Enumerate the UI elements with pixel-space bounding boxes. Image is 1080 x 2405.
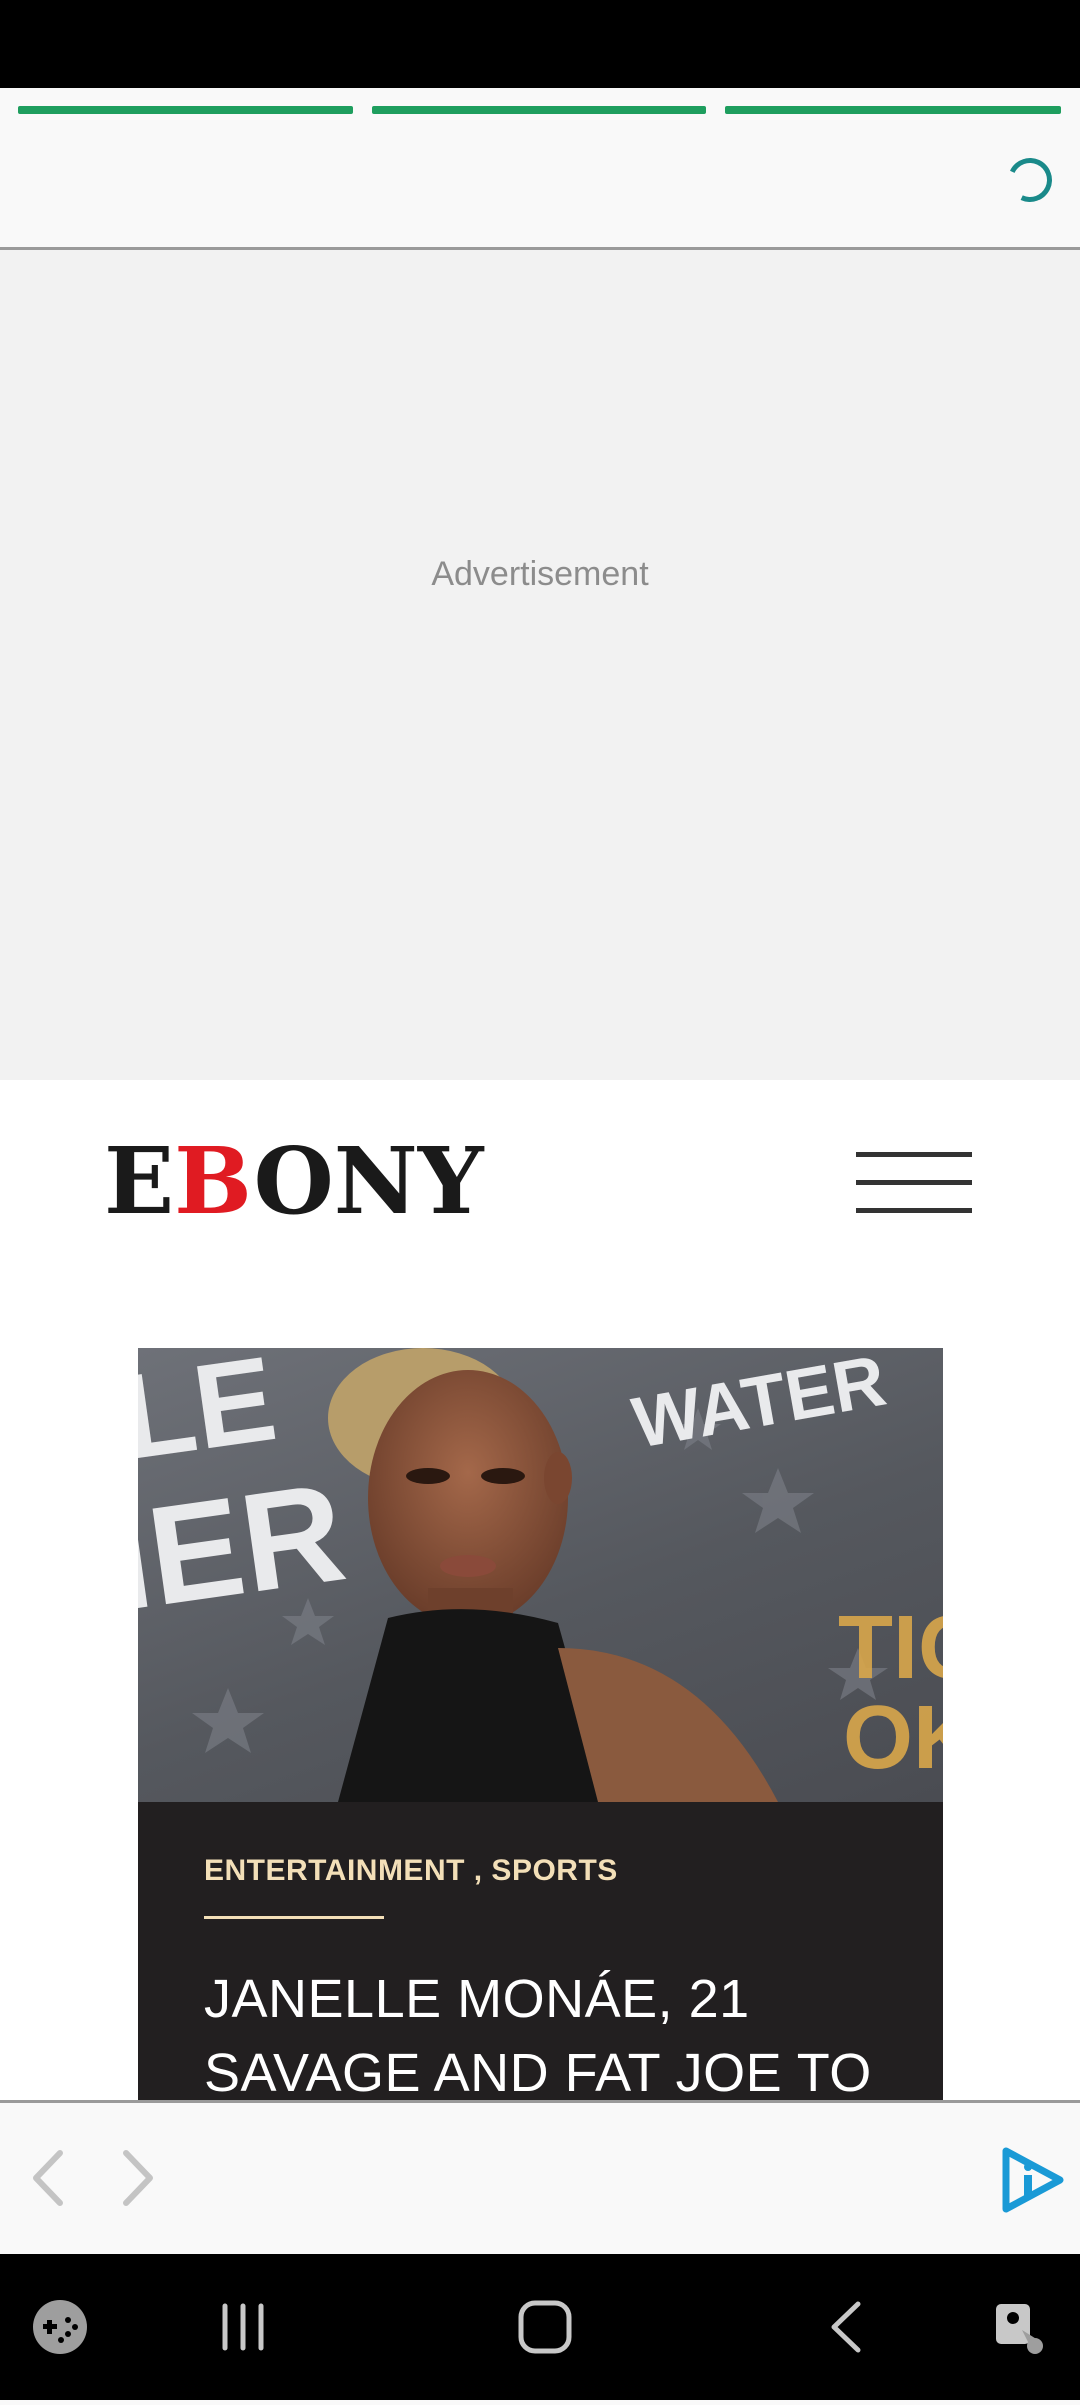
- svg-text:OK: OK: [843, 1688, 943, 1788]
- logo-letters-ony: ONY: [253, 1127, 484, 1235]
- progress-segment-1: [18, 106, 353, 114]
- home-icon[interactable]: [485, 2254, 605, 2400]
- game-launcher-icon[interactable]: [0, 2254, 120, 2400]
- article-categories[interactable]: ENTERTAINMENT , SPORTS: [204, 1854, 618, 1888]
- progress-segment-2: [372, 106, 706, 114]
- backdrop-word-ier: IER: [138, 1453, 353, 1641]
- advertisement-slot[interactable]: Advertisement: [0, 250, 1080, 1080]
- play-info-icon[interactable]: [1000, 2147, 1066, 2213]
- backdrop-word-water: WATER: [627, 1348, 892, 1464]
- article-headline[interactable]: JANELLE MONÁE, 21 SAVAGE AND FAT JOE TO: [204, 1962, 904, 2100]
- webpage-content: EBONY LE IER WATER TI O ENTERTAINMENT , …: [0, 1080, 1080, 2100]
- article-card-body: ENTERTAINMENT , SPORTS JANELLE MONÁE, 21…: [138, 1802, 943, 2100]
- accessibility-icon[interactable]: [960, 2254, 1080, 2400]
- article-image[interactable]: LE IER WATER TIC OK: [138, 1348, 943, 1802]
- chevron-right-icon[interactable]: [108, 2143, 168, 2213]
- system-navigation-bar: [0, 2254, 1080, 2400]
- loading-spinner-icon: [1001, 151, 1059, 209]
- hamburger-menu-icon[interactable]: [856, 1150, 972, 1216]
- advertisement-label: Advertisement: [431, 555, 649, 593]
- logo-letter-e: E: [104, 1127, 175, 1235]
- chevron-left-icon[interactable]: [18, 2143, 78, 2213]
- svg-text:TIC: TIC: [838, 1598, 943, 1698]
- progress-segment-3: [725, 106, 1061, 114]
- recent-apps-icon[interactable]: [183, 2254, 303, 2400]
- article-photo-illustration: LE IER WATER TIC OK: [138, 1348, 943, 1802]
- browser-bottom-toolbar: [0, 2100, 1080, 2254]
- article-card[interactable]: LE IER WATER TIC OK: [138, 1348, 943, 2100]
- logo-letter-b: B: [174, 1127, 254, 1235]
- status-bar: [0, 0, 1080, 88]
- category-underline: [204, 1916, 384, 1919]
- ebony-logo[interactable]: EBONY: [104, 1135, 484, 1227]
- story-progress-header: [0, 88, 1080, 250]
- back-icon[interactable]: [788, 2254, 908, 2400]
